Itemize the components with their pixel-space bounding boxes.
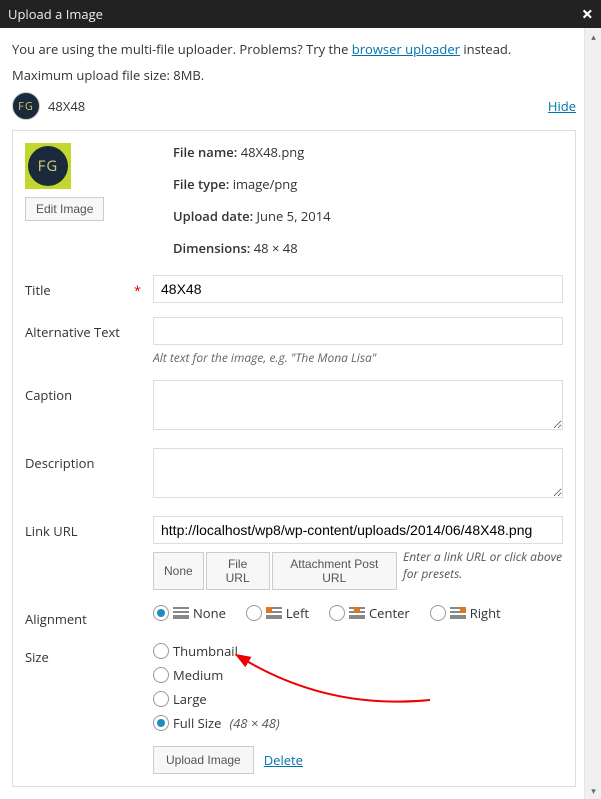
radio-icon xyxy=(329,605,345,621)
radio-icon xyxy=(153,643,169,659)
uploaded-item-left: FG 48X48 xyxy=(12,92,85,120)
hide-details-link[interactable]: Hide xyxy=(548,97,576,115)
size-label: Size xyxy=(25,642,153,732)
uploaded-item-name: 48X48 xyxy=(48,97,85,115)
dialog-content: You are using the multi-file uploader. P… xyxy=(0,28,584,799)
alt-hint: Alt text for the image, e.g. "The Mona L… xyxy=(153,349,563,366)
thumbnail-preview: FG xyxy=(25,143,71,189)
edit-image-button[interactable]: Edit Image xyxy=(25,197,104,221)
url-file-button[interactable]: File URL xyxy=(206,552,270,590)
align-center-icon xyxy=(349,607,365,619)
attachment-details-panel: FG Edit Image File name: 48X48.png File … xyxy=(12,130,576,787)
browser-uploader-link[interactable]: browser uploader xyxy=(352,40,460,58)
align-right-icon xyxy=(450,607,466,619)
thumbnail-small-icon: FG xyxy=(12,92,40,120)
caption-textarea[interactable] xyxy=(153,380,563,430)
intro-prefix: You are using the multi-file uploader. P… xyxy=(12,40,352,58)
description-label: Description xyxy=(25,448,153,502)
caption-label: Caption xyxy=(25,380,153,434)
dialog-title: Upload a Image xyxy=(8,5,103,23)
align-none-radio[interactable]: None xyxy=(153,604,226,622)
row-title: Title* xyxy=(25,275,563,303)
title-label: Title* xyxy=(25,275,153,303)
url-post-button[interactable]: Attachment Post URL xyxy=(272,552,397,590)
size-medium-radio[interactable]: Medium xyxy=(153,666,563,684)
row-description: Description xyxy=(25,448,563,502)
close-icon[interactable]: × xyxy=(582,4,593,24)
radio-icon xyxy=(153,715,169,731)
size-thumbnail-radio[interactable]: Thumbnail xyxy=(153,642,563,660)
row-link-url: Link URL None File URL Attachment Post U… xyxy=(25,516,563,590)
url-hint: Enter a link URL or click above for pres… xyxy=(403,548,563,582)
scroll-up-icon[interactable]: ▴ xyxy=(585,28,601,45)
align-center-radio[interactable]: Center xyxy=(329,604,410,622)
size-large-radio[interactable]: Large xyxy=(153,690,563,708)
alt-label: Alternative Text xyxy=(25,317,153,366)
thumbnail-column: FG Edit Image xyxy=(25,143,153,257)
scrollbar-track[interactable] xyxy=(585,45,601,782)
link-url-label: Link URL xyxy=(25,516,153,590)
top-details: FG Edit Image File name: 48X48.png File … xyxy=(25,143,563,257)
meta-filename: File name: 48X48.png xyxy=(173,143,331,161)
url-preset-buttons: None File URL Attachment Post URL xyxy=(153,552,399,590)
intro-text: You are using the multi-file uploader. P… xyxy=(12,40,576,58)
row-size: Size Thumbnail Medium Large Full Size(48… xyxy=(25,642,563,732)
meta-column: File name: 48X48.png File type: image/pn… xyxy=(173,143,331,257)
radio-icon xyxy=(153,667,169,683)
alt-text-input[interactable] xyxy=(153,317,563,345)
title-input[interactable] xyxy=(153,275,563,303)
scroll-down-icon[interactable]: ▾ xyxy=(585,782,601,799)
radio-icon xyxy=(430,605,446,621)
radio-icon xyxy=(153,691,169,707)
size-radio-group: Thumbnail Medium Large Full Size(48 × 48… xyxy=(153,642,563,732)
radio-icon xyxy=(246,605,262,621)
link-url-input[interactable] xyxy=(153,516,563,544)
align-left-icon xyxy=(266,607,282,619)
max-upload-size: Maximum upload file size: 8MB. xyxy=(12,66,576,84)
alignment-label: Alignment xyxy=(25,604,153,628)
align-left-radio[interactable]: Left xyxy=(246,604,309,622)
meta-uploaddate: Upload date: June 5, 2014 xyxy=(173,207,331,225)
row-alt-text: Alternative Text Alt text for the image,… xyxy=(25,317,563,366)
vertical-scrollbar[interactable]: ▴ ▾ xyxy=(584,28,601,799)
dialog-titlebar: Upload a Image × xyxy=(0,0,601,28)
align-none-icon xyxy=(173,607,189,619)
description-textarea[interactable] xyxy=(153,448,563,498)
url-none-button[interactable]: None xyxy=(153,552,204,590)
alignment-radio-group: None Left Center Right xyxy=(153,604,563,622)
intro-suffix: instead. xyxy=(460,40,511,58)
radio-icon xyxy=(153,605,169,621)
meta-dimensions: Dimensions: 48 × 48 xyxy=(173,239,331,257)
uploaded-item-row: FG 48X48 Hide xyxy=(12,92,576,120)
size-full-radio[interactable]: Full Size(48 × 48) xyxy=(153,714,563,732)
actions-row: Upload Image Delete xyxy=(153,746,563,774)
thumbnail-icon: FG xyxy=(28,146,68,186)
delete-link[interactable]: Delete xyxy=(264,751,303,769)
row-caption: Caption xyxy=(25,380,563,434)
meta-filetype: File type: image/png xyxy=(173,175,331,193)
align-right-radio[interactable]: Right xyxy=(430,604,501,622)
upload-image-button[interactable]: Upload Image xyxy=(153,746,254,774)
row-alignment: Alignment None Left Center Right xyxy=(25,604,563,628)
